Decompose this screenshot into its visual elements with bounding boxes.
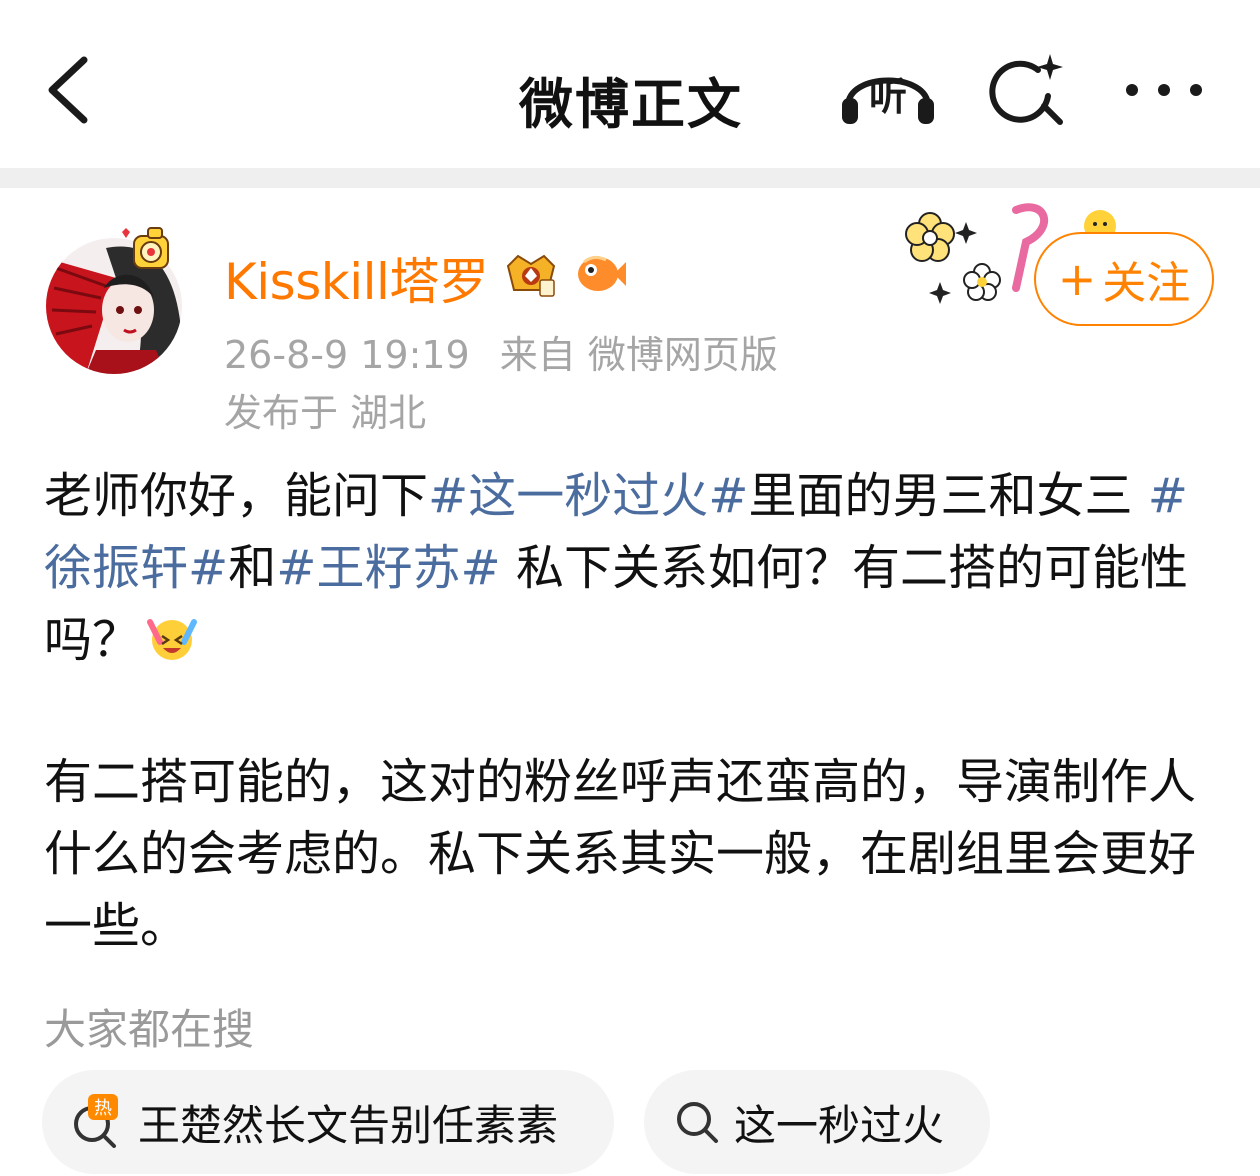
ai-search-icon <box>989 54 1063 125</box>
hot-badge-text: 热 <box>94 1098 112 1119</box>
text-segment: 老师你好，能问下 <box>44 468 429 524</box>
post-location: 发布于 湖北 <box>224 391 427 435</box>
more-button[interactable] <box>1120 70 1208 110</box>
post-body: 老师你好，能问下#这一秒过火#里面的男三和女三 #徐振轩#和#王籽苏# 私下关系… <box>44 460 1224 962</box>
post-source: 来自 微博网页版 <box>499 333 778 377</box>
hashtag-link[interactable]: #王籽苏# <box>276 540 500 596</box>
post-paragraph-answer: 有二搭可能的，这对的粉丝呼声还蛮高的，导演制作人什么的会考虑的。私下关系其实一般… <box>44 754 1197 954</box>
search-icon <box>677 1102 718 1143</box>
fish-badge-icon <box>578 255 626 291</box>
ai-search-button[interactable] <box>986 50 1070 130</box>
trending-search-chip[interactable]: 这一秒过火 <box>644 1070 990 1174</box>
post-meta: 26-8-9 19:19 来自 微博网页版 <box>224 324 778 379</box>
follow-label: 关注 <box>1102 258 1191 309</box>
text-segment: 里面的男三和女三 <box>748 468 1148 524</box>
more-dots-icon <box>1126 84 1202 96</box>
listen-button[interactable]: 听 <box>836 54 940 130</box>
page-title: 微博正文 <box>519 73 743 136</box>
crown-vip-badge-icon <box>506 254 556 297</box>
hashtag-link[interactable]: #这一秒过火# <box>428 468 748 524</box>
trending-search-chip[interactable]: 热 王楚然长文告别任素素 <box>42 1070 614 1174</box>
post-timestamp: 26-8-9 19:19 <box>224 333 470 377</box>
laughing-crying-emoji-icon <box>147 619 198 660</box>
text-segment: 和 <box>228 540 277 596</box>
avatar-pendant-icon <box>122 227 169 269</box>
hot-search-icon: 热 <box>74 1094 118 1148</box>
search-chip-label: 这一秒过火 <box>734 1100 945 1150</box>
section-divider <box>0 168 1260 188</box>
trending-search-heading: 大家都在搜 <box>44 1005 255 1054</box>
search-chip-label: 王楚然长文告别任素素 <box>138 1100 559 1150</box>
post-paragraph-question: 老师你好，能问下#这一秒过火#里面的男三和女三 #徐振轩#和#王籽苏# 私下关系… <box>44 460 1224 676</box>
author-name[interactable]: Kisskill塔罗 <box>224 242 489 314</box>
top-bar: 微博正文 听 <box>0 0 1260 168</box>
listen-label: 听 <box>868 75 907 119</box>
plus-icon: + <box>1057 252 1097 306</box>
follow-button[interactable]: + 关注 <box>1034 232 1214 326</box>
